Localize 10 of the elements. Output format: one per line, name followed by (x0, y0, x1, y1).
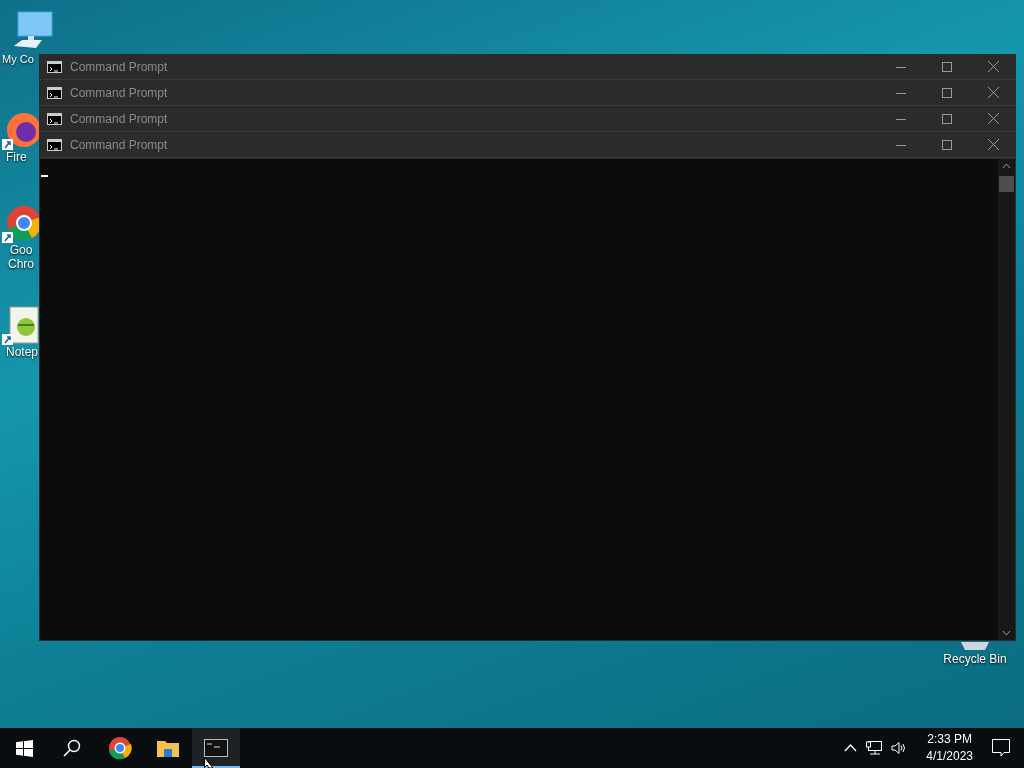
icon-label[interactable]: Notep (6, 345, 39, 359)
window-title: Command Prompt (70, 58, 169, 76)
icon-label[interactable]: Fire (6, 150, 27, 164)
icon-label[interactable]: Goo Chro (6, 243, 36, 271)
clock[interactable]: 2:33 PM 4/1/2023 (926, 731, 973, 765)
window-title: Command Prompt (70, 84, 169, 102)
window-title: Command Prompt (70, 136, 169, 154)
window-title: Command Prompt (70, 110, 169, 128)
icon-label[interactable]: Recycle Bin (943, 652, 1007, 666)
icon-label[interactable]: My Co (2, 52, 34, 66)
